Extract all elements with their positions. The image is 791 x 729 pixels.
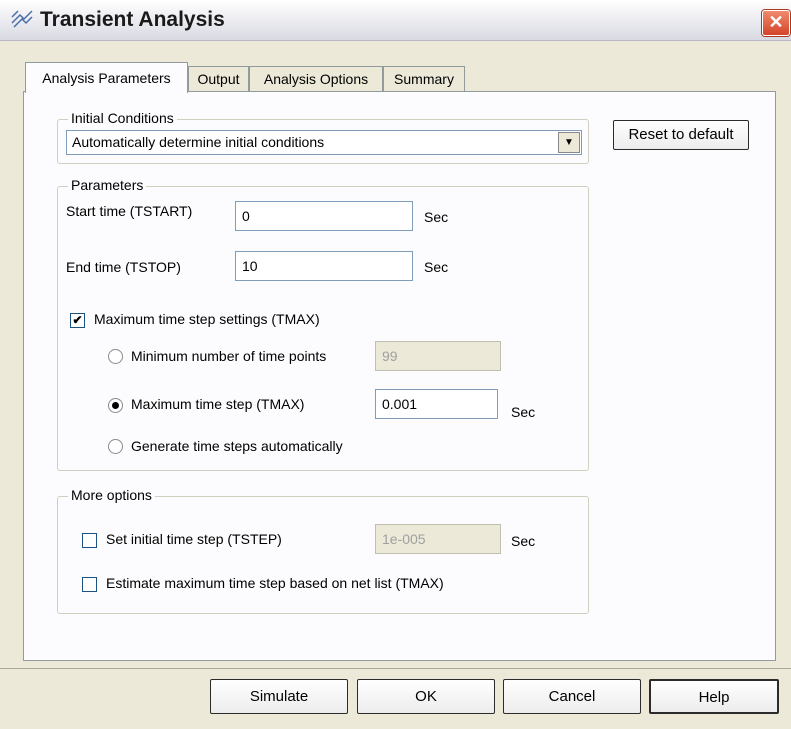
max-step-radio[interactable] xyxy=(108,398,123,413)
initial-conditions-value: Automatically determine initial conditio… xyxy=(72,134,325,150)
tab-summary[interactable]: Summary xyxy=(383,66,465,92)
min-points-label: Minimum number of time points xyxy=(131,348,327,364)
help-button[interactable]: Help xyxy=(649,679,779,714)
max-step-settings-label: Maximum time step settings (TMAX) xyxy=(94,311,320,327)
initial-time-step-label: Set initial time step (TSTEP) xyxy=(106,531,282,547)
tab-analysis-options[interactable]: Analysis Options xyxy=(249,66,383,92)
start-time-label: Start time (TSTART) xyxy=(66,203,193,219)
max-step-settings-checkbox[interactable]: ✔ xyxy=(70,313,85,328)
close-icon: ✕ xyxy=(768,12,784,32)
tab-output[interactable]: Output xyxy=(188,66,249,92)
cancel-button[interactable]: Cancel xyxy=(503,679,641,714)
estimate-max-step-checkbox[interactable] xyxy=(82,577,97,592)
parameters-group: Parameters Start time (TSTART) Sec End t… xyxy=(57,177,589,471)
estimate-max-step-label: Estimate maximum time step based on net … xyxy=(106,575,444,591)
chevron-down-icon[interactable]: ▼ xyxy=(558,132,580,153)
initial-time-step-checkbox[interactable] xyxy=(82,533,97,548)
reset-to-default-button[interactable]: Reset to default xyxy=(613,120,749,150)
min-points-input xyxy=(375,341,501,371)
more-options-group: More options Set initial time step (TSTE… xyxy=(57,487,589,614)
title-bar: Transient Analysis ✕ xyxy=(0,0,791,41)
transient-analysis-dialog: Transient Analysis ✕ Analysis Parameters… xyxy=(0,0,791,729)
min-points-radio[interactable] xyxy=(108,349,123,364)
close-button[interactable]: ✕ xyxy=(762,10,790,36)
start-time-input[interactable] xyxy=(235,201,413,231)
end-time-input[interactable] xyxy=(235,251,413,281)
max-step-label: Maximum time step (TMAX) xyxy=(131,396,305,412)
end-time-label: End time (TSTOP) xyxy=(66,259,181,275)
tab-analysis-parameters[interactable]: Analysis Parameters xyxy=(25,62,188,93)
max-step-input[interactable] xyxy=(375,389,498,419)
initial-conditions-group: Initial Conditions Automatically determi… xyxy=(57,110,589,164)
analysis-parameters-panel: Initial Conditions Automatically determi… xyxy=(23,91,776,661)
parameters-legend: Parameters xyxy=(68,177,147,193)
end-time-unit: Sec xyxy=(424,259,449,275)
grid-icon xyxy=(11,10,33,28)
footer-divider xyxy=(0,668,791,669)
window-title: Transient Analysis xyxy=(40,8,225,31)
initial-time-step-unit: Sec xyxy=(511,533,536,549)
initial-conditions-select[interactable]: Automatically determine initial conditio… xyxy=(66,130,582,155)
simulate-button[interactable]: Simulate xyxy=(210,679,348,714)
ok-button[interactable]: OK xyxy=(357,679,495,714)
start-time-unit: Sec xyxy=(424,209,449,225)
more-options-legend: More options xyxy=(68,487,155,503)
max-step-unit: Sec xyxy=(511,404,536,420)
initial-time-step-input xyxy=(375,524,501,554)
auto-step-radio[interactable] xyxy=(108,439,123,454)
initial-conditions-legend: Initial Conditions xyxy=(68,110,177,126)
auto-step-label: Generate time steps automatically xyxy=(131,438,343,454)
radio-selected-dot xyxy=(112,402,119,409)
